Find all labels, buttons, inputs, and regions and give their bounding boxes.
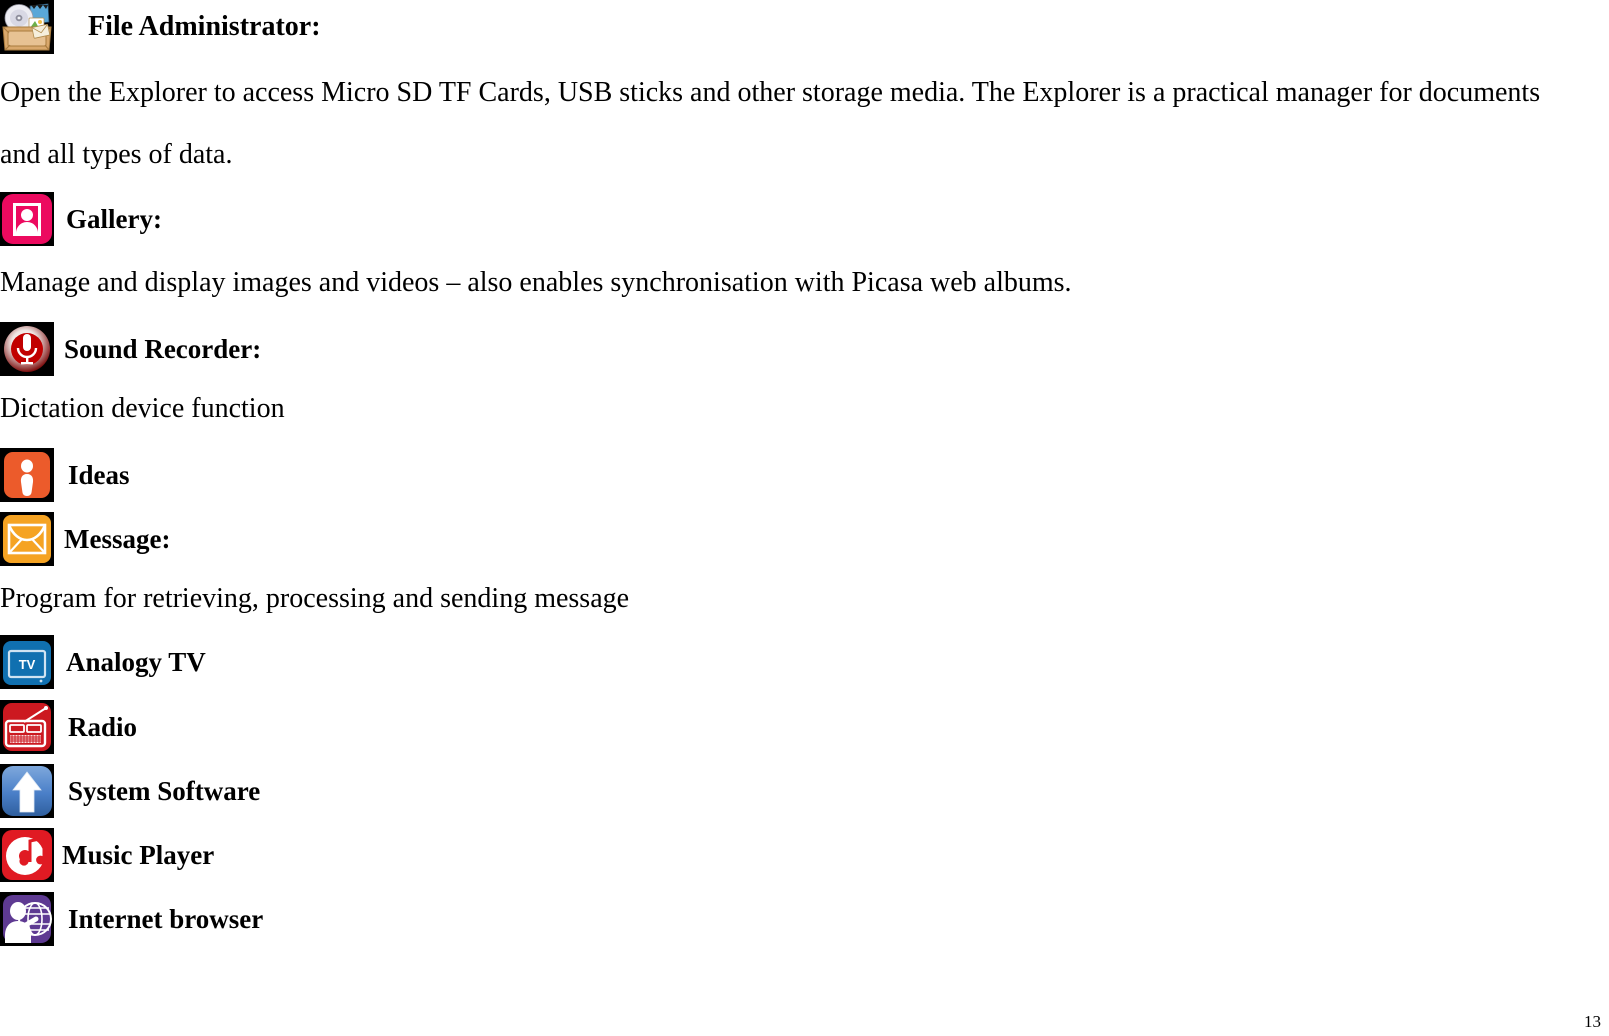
entry-label-system-software: System Software: [68, 775, 261, 806]
entry-message: Message:: [0, 512, 170, 566]
ideas-icon: [0, 448, 54, 502]
entry-ideas: Ideas: [0, 448, 130, 502]
entry-file-administrator: File Administrator:: [0, 0, 321, 54]
description-sound-recorder: Dictation device function: [0, 393, 285, 424]
system-software-arrow-icon: [0, 764, 54, 818]
entry-label-ideas: Ideas: [68, 459, 130, 490]
manual-page: File Administrator: Open the Explorer to…: [0, 0, 1609, 1036]
radio-icon: [0, 700, 54, 754]
tv-icon-text: TV: [19, 657, 36, 672]
message-envelope-icon: [0, 512, 54, 566]
analog-tv-icon: TV: [0, 635, 54, 689]
entry-label-gallery: Gallery:: [66, 203, 162, 234]
music-player-icon: [0, 828, 54, 882]
description-gallery: Manage and display images and videos – a…: [0, 267, 1072, 298]
internet-browser-icon: [0, 892, 54, 946]
entry-label-internet-browser: Internet browser: [68, 903, 264, 934]
entry-gallery: Gallery:: [0, 192, 162, 246]
description-message: Program for retrieving, processing and s…: [0, 583, 630, 614]
file-manager-icon: [0, 0, 54, 54]
description-file-administrator-line1: Open the Explorer to access Micro SD TF …: [0, 77, 1541, 108]
entry-label-radio: Radio: [68, 711, 138, 742]
entry-analogy-tv: TV Analogy TV: [0, 635, 206, 689]
entry-music-player: Music Player: [0, 828, 214, 882]
entry-label-analogy-tv: Analogy TV: [66, 646, 206, 677]
description-file-administrator-line2: and all types of data.: [0, 139, 233, 170]
entry-label-file-administrator: File Administrator:: [88, 11, 321, 42]
entry-radio: Radio: [0, 700, 137, 754]
sound-recorder-icon: [0, 322, 54, 376]
entry-label-music-player: Music Player: [62, 839, 215, 870]
page-number: 13: [1584, 1012, 1601, 1031]
entry-system-software: System Software: [0, 764, 260, 818]
entry-label-message: Message:: [64, 523, 171, 554]
gallery-icon: [0, 192, 54, 246]
entry-label-sound-recorder: Sound Recorder:: [64, 333, 262, 364]
entry-sound-recorder: Sound Recorder:: [0, 322, 261, 376]
entry-internet-browser: Internet browser: [0, 892, 263, 946]
